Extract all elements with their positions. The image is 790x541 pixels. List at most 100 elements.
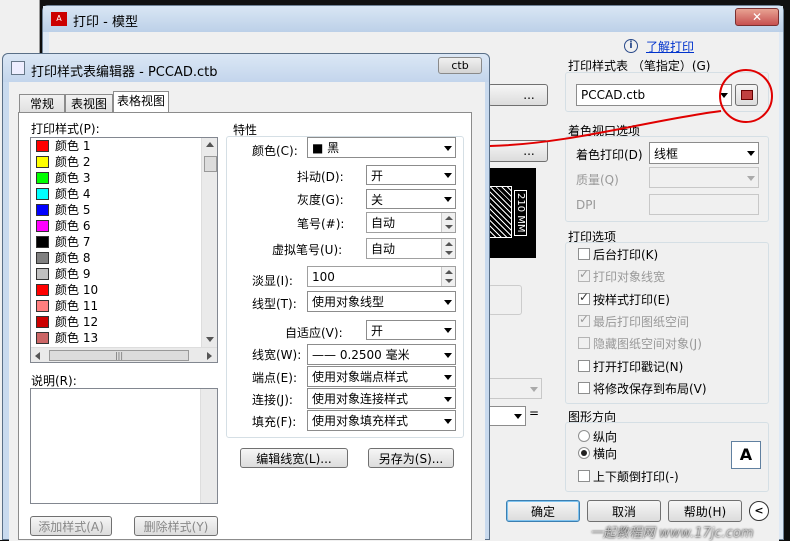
plot-styles-label: 打印样式(P): bbox=[31, 122, 100, 136]
scale-select[interactable] bbox=[488, 378, 542, 399]
plot-option-label: 打印对象线宽 bbox=[593, 270, 666, 285]
scroll-right-arrow-icon[interactable] bbox=[207, 352, 212, 360]
scroll-left-arrow-icon[interactable] bbox=[35, 352, 40, 360]
desc-scrollbar[interactable] bbox=[200, 389, 217, 503]
color-swatch bbox=[36, 140, 49, 152]
style-list-item[interactable]: 颜色 1 bbox=[31, 138, 201, 154]
pen-number-spinner[interactable]: 自动 bbox=[366, 212, 456, 233]
color-swatch bbox=[36, 300, 49, 312]
plot-option-label: 最后打印图纸空间 bbox=[593, 314, 690, 329]
style-name: 颜色 5 bbox=[55, 203, 91, 217]
style-list-item[interactable]: 颜色 8 bbox=[31, 250, 201, 266]
plot-styles-list[interactable]: 颜色 1 颜色 2 颜色 3 颜色 4 颜色 5 颜色 6 颜色 7 颜色 8 颜色 9 颜色 1… bbox=[30, 137, 218, 363]
joinstyle-select[interactable]: 使用对象连接样式 bbox=[307, 388, 456, 409]
plot-option-checkbox[interactable] bbox=[578, 381, 590, 394]
tab-2[interactable]: 表格视图 bbox=[113, 91, 169, 112]
pen-number-label: 笔号(#): bbox=[297, 217, 345, 231]
style-name: 颜色 7 bbox=[55, 235, 91, 249]
plot-option-checkbox[interactable] bbox=[578, 248, 590, 260]
screening-spinner[interactable]: 100 bbox=[307, 266, 456, 287]
close-icon[interactable]: ✕ bbox=[735, 8, 779, 26]
plot-option-label: 隐藏图纸空间对象(J) bbox=[593, 337, 702, 352]
plot-option-checkbox[interactable] bbox=[578, 359, 590, 372]
help-button[interactable]: 帮助(H) bbox=[668, 500, 742, 522]
quality-select[interactable] bbox=[649, 167, 759, 188]
scroll-thumb[interactable] bbox=[204, 156, 217, 172]
editor-close-button[interactable]: ctb bbox=[438, 57, 482, 74]
edit-lineweights-button[interactable]: 编辑线宽(L)... bbox=[240, 448, 348, 468]
virtual-pen-spinner[interactable]: 自动 bbox=[366, 238, 456, 259]
color-select[interactable]: ■ 黑 bbox=[307, 137, 456, 158]
dpi-input[interactable] bbox=[649, 194, 759, 215]
lineweight-label: 线宽(W): bbox=[252, 348, 302, 362]
plot-option-label: 后台打印(K) bbox=[593, 248, 659, 262]
endstyle-select[interactable]: 使用对象端点样式 bbox=[307, 366, 456, 387]
style-list-item[interactable]: 颜色 11 bbox=[31, 298, 201, 314]
screening-label: 淡显(I): bbox=[252, 274, 293, 288]
description-label: 说明(R): bbox=[31, 374, 77, 388]
joinstyle-label: 连接(J): bbox=[252, 393, 293, 407]
collapse-arrow-icon[interactable]: < bbox=[749, 501, 769, 521]
learn-print-link[interactable]: 了解打印 bbox=[646, 38, 694, 55]
style-list-item[interactable]: 颜色 5 bbox=[31, 202, 201, 218]
style-name: 颜色 11 bbox=[55, 299, 99, 313]
list-hscrollbar[interactable]: ||| bbox=[31, 347, 217, 362]
list-vscrollbar[interactable] bbox=[201, 138, 217, 347]
style-name: 颜色 2 bbox=[55, 155, 91, 169]
units-select[interactable] bbox=[488, 406, 526, 426]
plot-option-checkbox[interactable] bbox=[578, 267, 590, 283]
landscape-radio[interactable] bbox=[578, 447, 590, 459]
style-list-item[interactable]: 颜色 13 bbox=[31, 330, 201, 346]
color-swatch bbox=[36, 332, 49, 344]
linetype-select[interactable]: 使用对象线型 bbox=[307, 291, 456, 312]
grayscale-select[interactable]: 关 bbox=[366, 189, 456, 209]
adaptive-select[interactable]: 开 bbox=[366, 320, 456, 340]
scroll-down-arrow-icon[interactable] bbox=[206, 337, 214, 342]
color-label: 颜色(C): bbox=[252, 144, 298, 158]
style-list-item[interactable]: 颜色 7 bbox=[31, 234, 201, 250]
upside-down-checkbox[interactable] bbox=[578, 470, 590, 482]
upside-down-label: 上下颠倒打印(-) bbox=[593, 470, 679, 484]
color-swatch bbox=[36, 156, 49, 168]
fill-select[interactable]: 使用对象填充样式 bbox=[307, 410, 456, 431]
app-icon: A bbox=[51, 12, 67, 26]
color-swatch bbox=[36, 268, 49, 280]
plot-option-checkbox[interactable] bbox=[578, 337, 590, 350]
lineweight-select[interactable]: —— 0.2500 毫米 bbox=[307, 344, 456, 365]
style-list-item[interactable]: 颜色 6 bbox=[31, 218, 201, 234]
plot-option-label: 打开打印戳记(N) bbox=[593, 359, 684, 374]
cancel-button[interactable]: 取消 bbox=[587, 500, 661, 522]
ok-button[interactable]: 确定 bbox=[506, 500, 580, 522]
scroll-up-arrow-icon[interactable] bbox=[206, 142, 214, 147]
portrait-radio[interactable] bbox=[578, 430, 590, 442]
save-as-button[interactable]: 另存为(S)... bbox=[368, 448, 454, 468]
style-list-item[interactable]: 颜色 4 bbox=[31, 186, 201, 202]
dither-label: 抖动(D): bbox=[297, 170, 344, 184]
paper-hatch bbox=[488, 186, 512, 238]
style-list-item[interactable]: 颜色 2 bbox=[31, 154, 201, 170]
landscape-label: 横向 bbox=[593, 447, 618, 461]
paper-preview: 210 MM bbox=[488, 168, 536, 258]
tab-1[interactable]: 表视图 bbox=[65, 94, 113, 113]
color-swatch bbox=[36, 316, 49, 328]
plot-option-label: 按样式打印(E) bbox=[593, 292, 670, 307]
equals-sign: = bbox=[529, 406, 540, 420]
plot-option-checkbox[interactable] bbox=[578, 312, 590, 327]
color-swatch bbox=[36, 188, 49, 200]
hscroll-thumb[interactable]: ||| bbox=[49, 350, 189, 361]
plot-option-checkbox[interactable] bbox=[578, 290, 590, 305]
tab-0[interactable]: 常规 bbox=[19, 94, 65, 113]
style-list-item[interactable]: 颜色 3 bbox=[31, 170, 201, 186]
description-textarea[interactable] bbox=[30, 388, 218, 504]
style-name: 颜色 13 bbox=[55, 331, 99, 345]
info-icon: i bbox=[624, 39, 638, 53]
dither-select[interactable]: 开 bbox=[366, 165, 456, 185]
add-style-button[interactable]: 添加样式(A) bbox=[30, 516, 112, 536]
style-name: 颜色 6 bbox=[55, 219, 91, 233]
editor-titlebar: 打印样式表编辑器 - PCCAD.ctb ctb bbox=[3, 54, 489, 82]
delete-style-button[interactable]: 删除样式(Y) bbox=[134, 516, 218, 536]
style-list-item[interactable]: 颜色 12 bbox=[31, 314, 201, 330]
style-list-item[interactable]: 颜色 10 bbox=[31, 282, 201, 298]
style-name: 颜色 10 bbox=[55, 283, 99, 297]
style-list-item[interactable]: 颜色 9 bbox=[31, 266, 201, 282]
